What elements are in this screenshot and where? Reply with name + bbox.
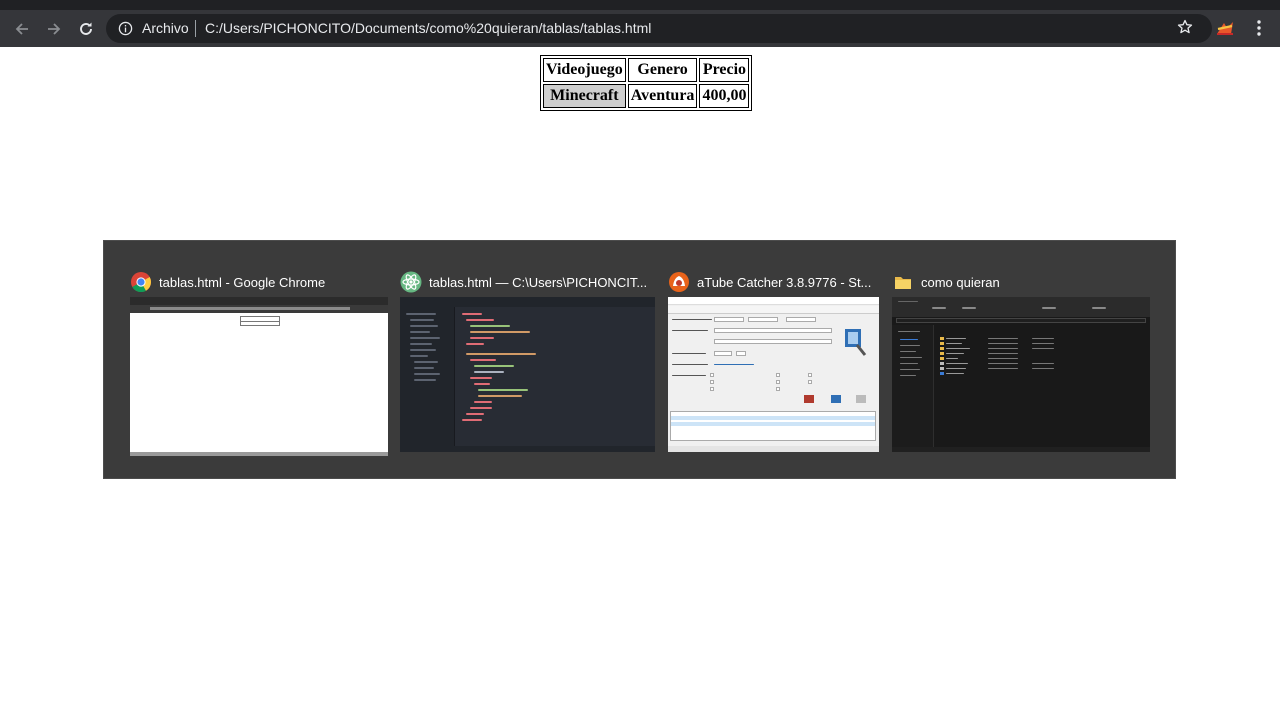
window-thumbnail [892,297,1150,452]
window-title: como quieran [921,274,1000,290]
chrome-icon [131,272,152,293]
arrow-right-icon [48,23,61,35]
browser-toolbar: Archivo C:/Users/PICHONCITO/Documents/co… [0,10,1280,47]
table-header-row: Videojuego Genero Precio [543,58,750,82]
address-bar[interactable]: Archivo C:/Users/PICHONCITO/Documents/co… [106,14,1212,43]
task-switcher: tablas.html - Google Chrome tablas.html … [103,240,1176,479]
window-thumbnail [400,297,655,452]
arrow-left-icon [15,23,28,35]
atube-catcher-icon [669,272,689,292]
scheme-label: Archivo [142,20,189,36]
table-cell-selected[interactable]: Minecraft [543,84,626,108]
back-button[interactable] [9,16,35,42]
window-header: tablas.html — C:\Users\PICHONCIT... [400,269,647,295]
reload-icon [80,22,92,35]
table-cell: 400,00 [699,84,750,108]
reload-button[interactable] [73,16,99,42]
window-header: como quieran [892,269,1000,295]
table-header-cell: Videojuego [543,58,626,82]
window-thumbnail [130,297,388,456]
extension-button[interactable] [1213,16,1237,40]
window-title: aTube Catcher 3.8.9776 - St... [697,274,872,290]
window-thumbnail [668,297,879,452]
atom-icon [400,271,422,293]
extension-icon [1217,22,1233,35]
bookmark-button[interactable] [1174,16,1196,38]
url-text[interactable]: C:/Users/PICHONCITO/Documents/como%20qui… [205,20,651,37]
window-title: tablas.html — C:\Users\PICHONCIT... [429,274,648,290]
star-icon [1177,19,1193,34]
table-header-cell: Genero [627,58,698,82]
url-separator [195,20,196,37]
table-cell: Aventura [627,84,698,108]
window-header: aTube Catcher 3.8.9776 - St... [668,269,871,295]
games-table: Videojuego Genero Precio Minecraft Avent… [540,55,753,111]
forward-button[interactable] [41,16,67,42]
window-header: tablas.html - Google Chrome [130,269,325,295]
browser-menu-button[interactable] [1249,16,1269,40]
kebab-menu-icon [1257,20,1261,36]
table-header-cell: Precio [699,58,750,82]
folder-icon [895,277,911,289]
table-row: Minecraft Aventura 400,00 [543,84,750,108]
window-title: tablas.html - Google Chrome [159,274,326,290]
window-top-strip [0,0,1280,10]
info-icon[interactable] [118,21,133,36]
